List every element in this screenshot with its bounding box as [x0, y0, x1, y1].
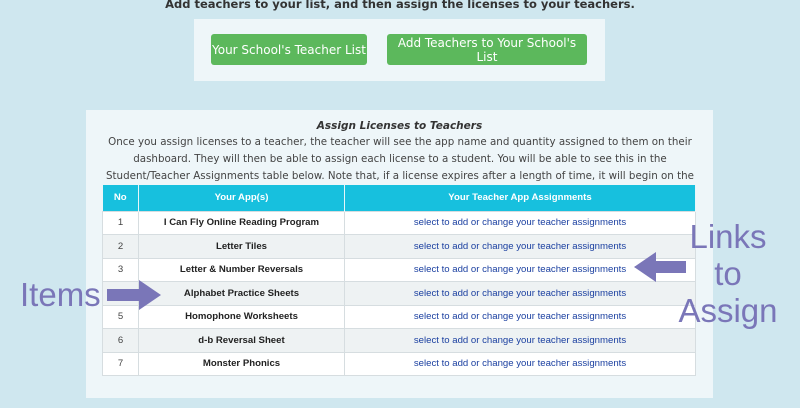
table-row: 2 Letter Tiles select to add or change y…	[102, 234, 696, 259]
teacher-list-button[interactable]: Your School's Teacher List	[211, 34, 367, 65]
row-number: 1	[102, 210, 139, 235]
license-table: No Your App(s) Your Teacher App Assignme…	[102, 185, 696, 376]
app-name: Monster Phonics	[138, 351, 345, 376]
app-name: Alphabet Practice Sheets	[138, 281, 345, 306]
column-header-no: No	[102, 185, 139, 211]
table-row: 4 Alphabet Practice Sheets select to add…	[102, 281, 696, 306]
assign-licenses-title: Assign Licenses to Teachers	[316, 120, 483, 132]
table-row: 6 d-b Reversal Sheet select to add or ch…	[102, 328, 696, 353]
app-name: I Can Fly Online Reading Program	[138, 210, 345, 235]
table-row: 7 Monster Phonics select to add or chang…	[102, 351, 696, 376]
app-name: Homophone Worksheets	[138, 304, 345, 329]
assign-link[interactable]: select to add or change your teacher ass…	[414, 358, 626, 369]
table-row: 5 Homophone Worksheets select to add or …	[102, 304, 696, 329]
assign-link[interactable]: select to add or change your teacher ass…	[414, 335, 626, 346]
table-row: 3 Letter & Number Reversals select to ad…	[102, 257, 696, 282]
assign-link[interactable]: select to add or change your teacher ass…	[414, 311, 626, 322]
assign-link[interactable]: select to add or change your teacher ass…	[414, 241, 626, 252]
row-number: 7	[102, 351, 139, 376]
table-header-row: No Your App(s) Your Teacher App Assignme…	[102, 185, 696, 211]
links-annotation-label: Links to Assign	[678, 218, 778, 329]
teacher-list-panel: Your School's Teacher List Add Teachers …	[194, 19, 605, 81]
column-header-assignments: Your Teacher App Assignments	[344, 185, 696, 211]
table-row: 1 I Can Fly Online Reading Program selec…	[102, 210, 696, 235]
arrow-left-icon	[634, 252, 686, 282]
row-number: 6	[102, 328, 139, 353]
app-name: Letter Tiles	[138, 234, 345, 259]
assign-link[interactable]: select to add or change your teacher ass…	[414, 288, 626, 299]
app-name: Letter & Number Reversals	[138, 257, 345, 282]
assign-link[interactable]: select to add or change your teacher ass…	[414, 217, 626, 228]
assign-link[interactable]: select to add or change your teacher ass…	[414, 264, 626, 275]
app-name: d-b Reversal Sheet	[138, 328, 345, 353]
page-instruction: Add teachers to your list, and then assi…	[165, 0, 635, 11]
row-number: 2	[102, 234, 139, 259]
arrow-right-icon	[107, 280, 161, 310]
row-number: 3	[102, 257, 139, 282]
assign-licenses-panel: Assign Licenses to Teachers Once you ass…	[86, 110, 713, 398]
column-header-apps: Your App(s)	[138, 185, 345, 211]
add-teachers-button[interactable]: Add Teachers to Your School's List	[387, 34, 587, 65]
items-annotation-label: Items	[20, 276, 101, 313]
